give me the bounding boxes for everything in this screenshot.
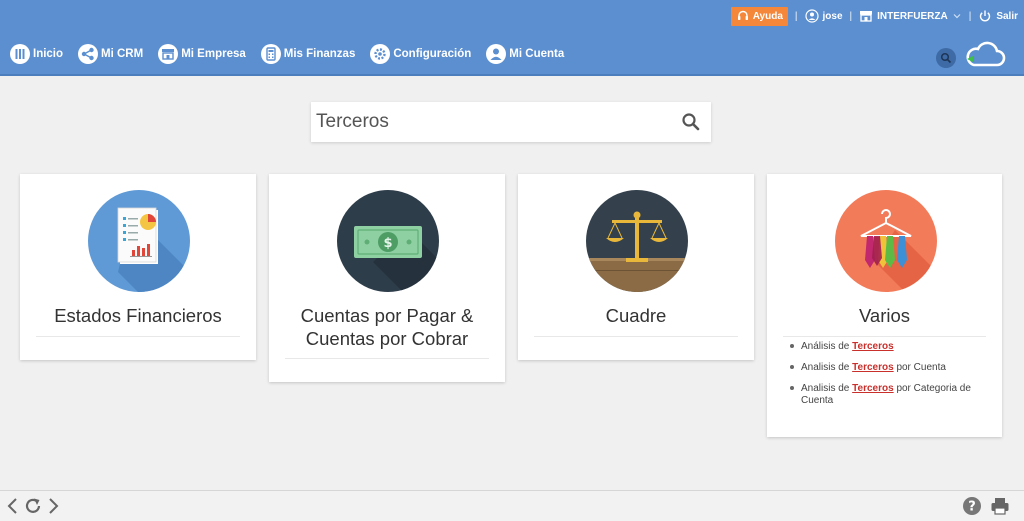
link-prefix: Analisis de bbox=[801, 362, 850, 373]
nav-label: Configuración bbox=[393, 48, 472, 60]
related-links-list: Análisis de Terceros Analisis de Tercero… bbox=[783, 341, 989, 416]
nav-configuracion[interactable]: Configuración bbox=[370, 44, 471, 64]
link-highlight: Terceros bbox=[852, 383, 894, 394]
search-icon[interactable] bbox=[681, 112, 701, 132]
nav-label: Mis Finanzas bbox=[283, 48, 356, 60]
card-title: Estados Financieros bbox=[54, 305, 222, 326]
link-highlight: Terceros bbox=[852, 362, 894, 373]
gear-icon bbox=[370, 44, 391, 64]
link-suffix: por Cuenta bbox=[896, 362, 946, 373]
footer-toolbar: ? bbox=[0, 490, 1024, 521]
help-circle-icon[interactable]: ? bbox=[962, 496, 982, 516]
print-icon[interactable] bbox=[990, 496, 1010, 516]
card-title-line2: Cuentas por Cobrar bbox=[305, 328, 469, 349]
divider bbox=[36, 336, 240, 337]
nav-mi-cuenta[interactable]: Mi Cuenta bbox=[486, 44, 564, 64]
divider bbox=[285, 358, 489, 359]
nav-mi-crm[interactable]: Mi CRM bbox=[78, 44, 143, 64]
ties-hanger-icon bbox=[835, 190, 937, 292]
card-title: Varios bbox=[858, 305, 911, 326]
forward-arrow-icon[interactable] bbox=[43, 496, 63, 516]
link-analisis-terceros[interactable]: Análisis de Terceros bbox=[783, 341, 989, 353]
separator: | bbox=[968, 10, 972, 22]
svg-text:$: $ bbox=[383, 236, 392, 251]
nav-label: Mi CRM bbox=[101, 48, 144, 60]
nav-label: Mi Cuenta bbox=[509, 48, 565, 60]
link-analisis-terceros-cuenta[interactable]: Analisis de Terceros por Cuenta bbox=[783, 362, 989, 374]
scale-icon bbox=[586, 190, 688, 292]
company-selector[interactable]: INTERFUERZA bbox=[859, 9, 962, 23]
divider bbox=[534, 336, 738, 337]
money-icon: $ bbox=[337, 190, 439, 292]
store-icon bbox=[158, 44, 179, 64]
logout-label: Salir bbox=[996, 10, 1018, 22]
company-name: INTERFUERZA bbox=[877, 10, 948, 22]
calculator-icon bbox=[260, 44, 281, 64]
link-prefix: Análisis de bbox=[801, 341, 850, 352]
chevron-down-icon bbox=[953, 14, 961, 19]
share-icon bbox=[78, 44, 99, 64]
app-header: Ayuda | jose | INTERFUERZA | Salir Inici… bbox=[0, 0, 1024, 76]
nav-label: Mi Empresa bbox=[181, 48, 246, 60]
link-highlight: Terceros bbox=[852, 341, 894, 352]
store-icon bbox=[860, 11, 873, 22]
main-search-bar bbox=[311, 102, 711, 142]
back-arrow-icon[interactable] bbox=[3, 496, 23, 516]
power-icon bbox=[980, 10, 991, 22]
divider bbox=[783, 336, 986, 337]
separator: | bbox=[849, 10, 853, 22]
user-icon bbox=[486, 44, 507, 64]
separator: | bbox=[794, 10, 798, 22]
help-button[interactable]: Ayuda bbox=[730, 6, 788, 26]
nav-mis-finanzas[interactable]: Mis Finanzas bbox=[260, 44, 356, 64]
link-prefix: Analisis de bbox=[801, 383, 850, 394]
nav-label: Inicio bbox=[33, 48, 64, 60]
cloud-logo-icon bbox=[966, 41, 1006, 67]
help-label: Ayuda bbox=[752, 10, 783, 22]
svg-text:?: ? bbox=[968, 500, 976, 515]
card-title: Cuadre bbox=[605, 305, 667, 326]
user-menu[interactable]: jose bbox=[804, 9, 843, 23]
user-circle-icon bbox=[804, 9, 819, 23]
search-icon bbox=[940, 52, 952, 64]
header-search-button[interactable] bbox=[936, 48, 956, 68]
nav-mi-empresa[interactable]: Mi Empresa bbox=[158, 44, 246, 64]
user-name: jose bbox=[822, 10, 843, 22]
refresh-icon[interactable] bbox=[23, 496, 43, 516]
card-cuadre[interactable]: Cuadre bbox=[518, 174, 754, 360]
logout-button[interactable]: Salir bbox=[978, 9, 1018, 23]
card-title: Cuentas por Pagar & Cuentas por Cobrar bbox=[269, 304, 505, 350]
card-varios[interactable]: Varios Análisis de Terceros Analisis de … bbox=[767, 174, 1002, 437]
main-nav: Inicio Mi CRM Mi Empresa Mis Finanzas Co… bbox=[10, 43, 579, 65]
search-input[interactable] bbox=[311, 103, 671, 141]
top-bar: Ayuda | jose | INTERFUERZA | Salir bbox=[730, 6, 1018, 26]
card-estados-financieros[interactable]: Estados Financieros bbox=[20, 174, 256, 360]
financial-report-icon bbox=[88, 190, 190, 292]
nav-inicio[interactable]: Inicio bbox=[10, 44, 63, 64]
card-cuentas[interactable]: $ Cuentas por Pagar & Cuentas por Cobrar bbox=[269, 174, 505, 382]
headset-icon bbox=[737, 10, 748, 20]
link-analisis-terceros-categoria[interactable]: Analisis de Terceros por Categoria de Cu… bbox=[783, 383, 989, 407]
card-title-line1: Cuentas por Pagar & bbox=[300, 305, 474, 326]
columns-icon bbox=[10, 44, 30, 64]
